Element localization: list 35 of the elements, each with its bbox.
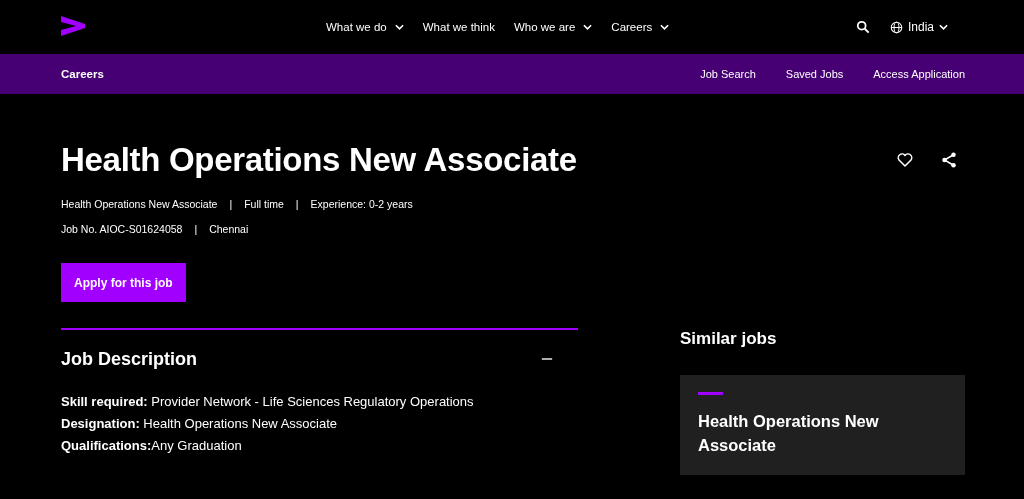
section-heading: Similar jobs — [680, 329, 778, 349]
careers-nav-link[interactable]: Job Search — [700, 68, 756, 80]
job-meta-text: Full time — [244, 197, 284, 212]
section-heading: Job Description — [61, 348, 198, 370]
description-line: Qualifications:Any Graduation — [61, 437, 243, 455]
careers-link[interactable]: Careers — [61, 68, 104, 80]
share-icon[interactable] — [940, 151, 958, 169]
nav-menu-item[interactable]: What we think — [422, 21, 495, 33]
search-icon[interactable] — [855, 20, 870, 34]
nav-menu-item[interactable]: Careers — [611, 21, 670, 33]
separator: | — [295, 197, 299, 212]
region-selector[interactable]: India — [889, 20, 948, 34]
job-meta-text: Chennai — [209, 222, 249, 237]
nav-menu-item[interactable]: What we do — [326, 21, 404, 33]
careers-nav-link[interactable]: Saved Jobs — [785, 68, 844, 80]
chevron-down-icon — [660, 24, 670, 30]
chevron-down-icon — [583, 24, 593, 30]
apply-button[interactable]: Apply for this job — [61, 263, 186, 302]
globe-icon — [889, 20, 903, 34]
description-line: Skill required: Provider Network - Life Sciences Regulatory Operations — [61, 393, 475, 411]
separator: | — [194, 222, 198, 237]
similar-job-card[interactable]: Health Operations New Associate — [680, 375, 965, 475]
chevron-down-icon — [939, 24, 948, 30]
job-meta-text: Health Operations New Associate — [61, 197, 218, 212]
job-title: Health Operations New Associate — [61, 141, 577, 179]
chevron-down-icon — [394, 24, 404, 30]
description-line: Designation: Health Operations New Associate — [61, 415, 338, 433]
careers-nav-link[interactable]: Access Application — [873, 68, 965, 80]
nav-menu-item[interactable]: Who we are — [513, 21, 593, 33]
job-meta-text: Job No. AIOC-S01624058 — [61, 222, 183, 237]
logo-icon[interactable] — [61, 14, 85, 38]
similar-job-title: Health Operations New Associate — [698, 411, 880, 456]
heart-icon[interactable] — [896, 151, 914, 169]
separator: | — [229, 197, 233, 212]
job-meta-text: Experience: 0-2 years — [310, 197, 413, 212]
